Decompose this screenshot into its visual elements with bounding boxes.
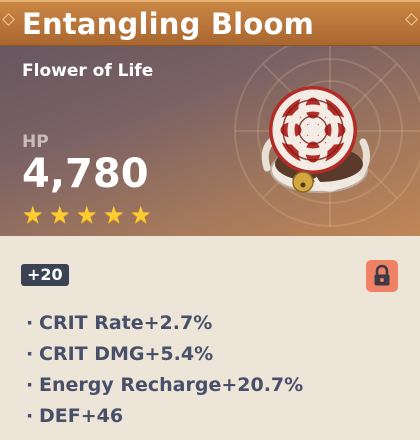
substat-text: Energy Recharge+20.7% (39, 374, 304, 396)
substat-crit-dmg: · CRIT DMG+5.4% (26, 339, 303, 370)
substat-crit-rate: · CRIT Rate+2.7% (26, 308, 303, 339)
level-badge: +20 (21, 264, 69, 286)
lock-icon (374, 264, 390, 286)
artifact-card: Entangling Bloom Flower of Life HP 4,780… (0, 0, 420, 440)
substat-text: CRIT Rate+2.7% (39, 312, 213, 334)
bullet: · (26, 343, 34, 365)
bullet: · (26, 374, 34, 396)
bullet: · (26, 312, 34, 334)
star-icon: ★ (130, 201, 152, 229)
lock-button[interactable] (366, 260, 398, 292)
diamond-ornament-icon (2, 13, 15, 26)
artifact-details: +20 · CRIT Rate+2.7% · CRIT DMG+5.4% · Ener… (0, 236, 420, 440)
title-bar: Entangling Bloom (0, 0, 420, 46)
main-stat-value: 4,780 (22, 151, 149, 197)
artifact-name: Entangling Bloom (22, 7, 314, 41)
star-icon: ★ (103, 201, 125, 229)
artifact-knot-flower-icon (261, 86, 370, 193)
bullet: · (26, 405, 34, 427)
diamond-ornament-icon (405, 13, 418, 26)
rarity-stars: ★ ★ ★ ★ ★ (22, 201, 157, 229)
substat-text: DEF+46 (39, 405, 124, 427)
artifact-header: Flower of Life HP 4,780 ★ ★ ★ ★ ★ (0, 46, 420, 236)
star-icon: ★ (76, 201, 98, 229)
substat-def: · DEF+46 (26, 401, 303, 432)
artifact-type: Flower of Life (22, 61, 154, 81)
star-icon: ★ (49, 201, 71, 229)
substat-list: · CRIT Rate+2.7% · CRIT DMG+5.4% · Energy R… (26, 308, 303, 432)
star-icon: ★ (22, 201, 44, 229)
substat-energy-recharge: · Energy Recharge+20.7% (26, 370, 303, 401)
substat-text: CRIT DMG+5.4% (39, 343, 214, 365)
